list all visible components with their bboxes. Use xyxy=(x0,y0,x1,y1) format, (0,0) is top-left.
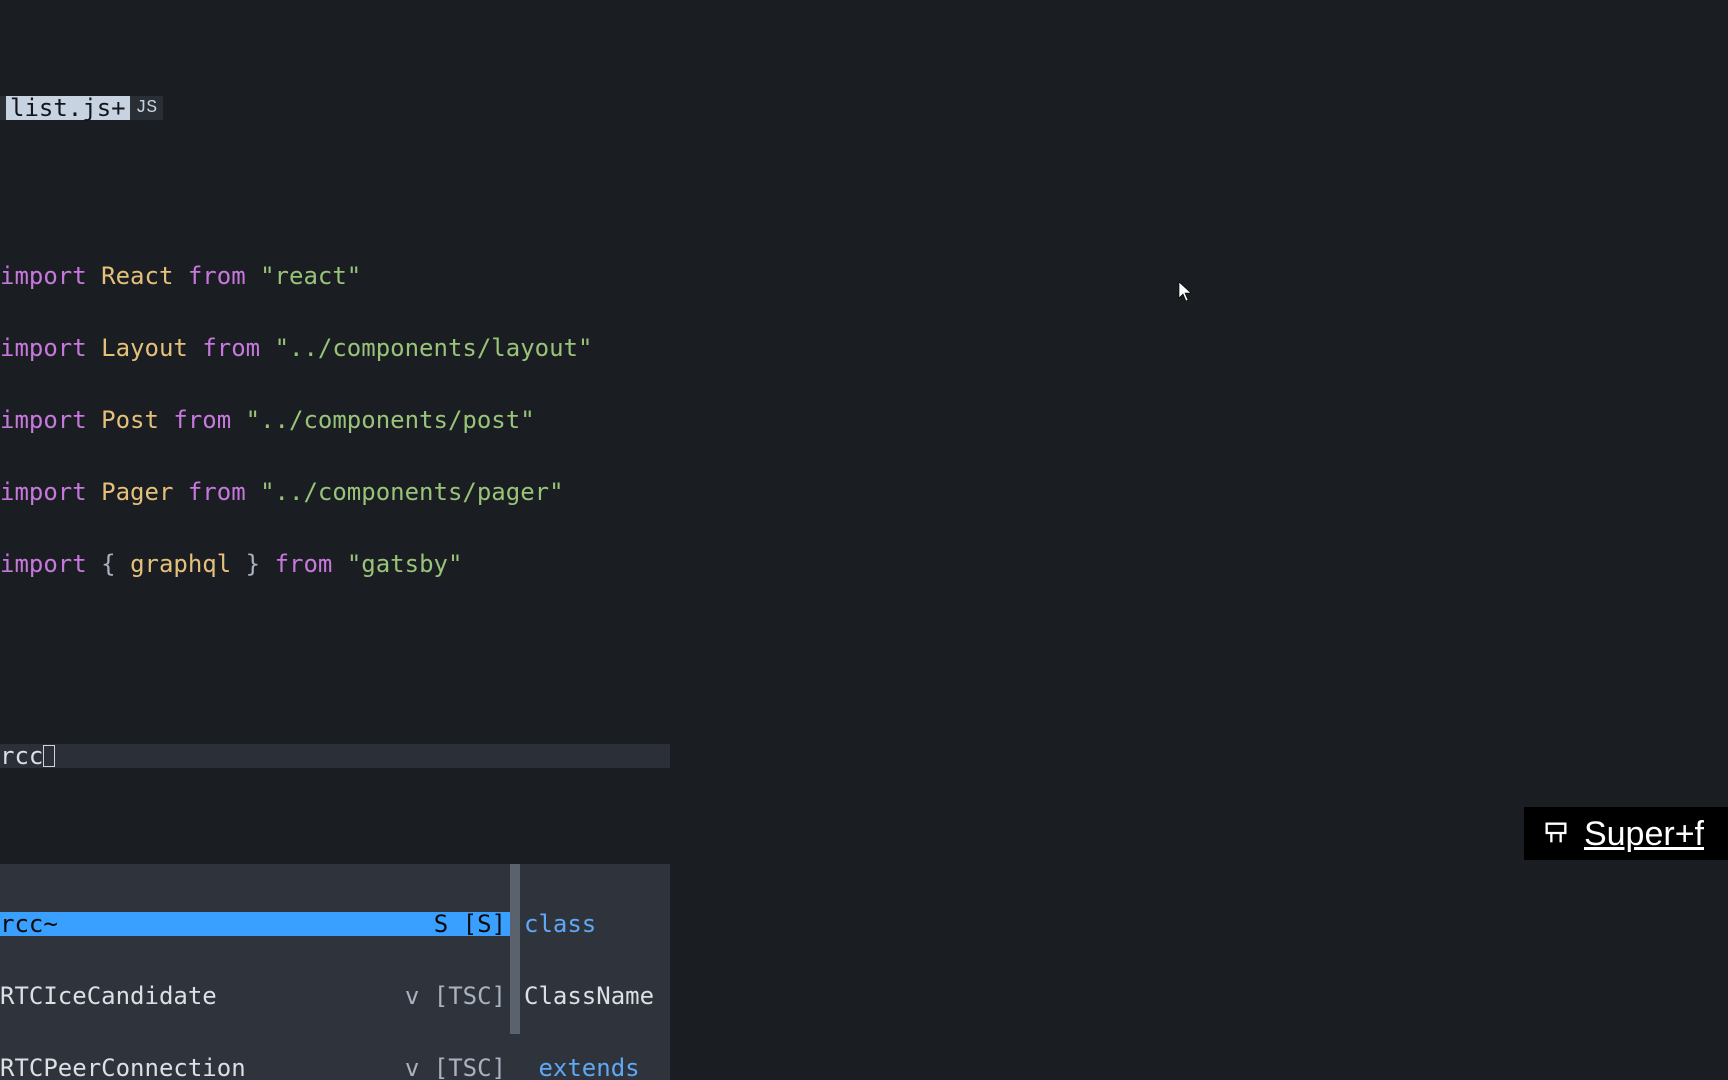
tab-bar: list.js+ JS xyxy=(0,96,1728,120)
current-line[interactable]: rcc xyxy=(0,744,670,768)
code-area[interactable]: import React from "react" import Layout … xyxy=(0,216,1728,1080)
super-key-icon xyxy=(1542,819,1570,848)
import-line: import Layout from "../components/layout… xyxy=(0,336,1728,360)
import-line: import Pager from "../components/pager" xyxy=(0,480,1728,504)
completion-popup[interactable]: rcc~ S [S] RTCIceCandidate v [TSC] RTCPe… xyxy=(0,864,670,1080)
keypress-label: Super+f xyxy=(1584,822,1704,846)
tab-active[interactable]: list.js+ JS xyxy=(0,96,163,120)
completion-scroll-thumb[interactable] xyxy=(510,864,520,1034)
keypress-overlay: Super+f xyxy=(1524,807,1728,860)
import-line: import { graphql } from "gatsby" xyxy=(0,552,1728,576)
blank-line xyxy=(0,624,1728,648)
text-cursor xyxy=(43,745,55,767)
import-line: import React from "react" xyxy=(0,264,1728,288)
mouse-pointer-icon xyxy=(1178,282,1192,302)
js-filetype-icon: JS xyxy=(136,96,158,120)
completion-scrollbar[interactable] xyxy=(510,864,520,1080)
import-line: import Post from "../components/post" xyxy=(0,408,1728,432)
completion-list[interactable]: rcc~ S [S] RTCIceCandidate v [TSC] RTCPe… xyxy=(0,864,520,1080)
tab-filename: list.js+ xyxy=(6,96,130,120)
completion-item[interactable]: RTCPeerConnection v [TSC] xyxy=(0,1056,520,1080)
editor-root: list.js+ JS import React from "react" im… xyxy=(0,0,1728,1080)
completion-item[interactable]: rcc~ S [S] xyxy=(0,912,520,936)
typed-text: rcc xyxy=(0,744,43,768)
completion-item[interactable]: RTCIceCandidate v [TSC] xyxy=(0,984,520,1008)
